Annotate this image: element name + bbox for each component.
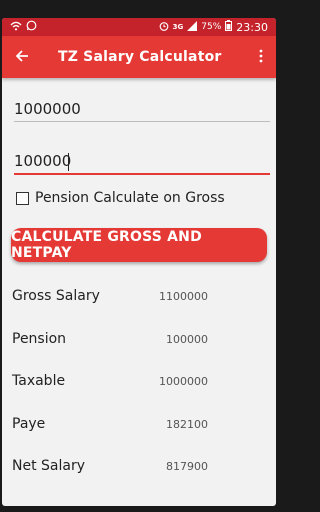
- battery-icon: [225, 20, 233, 34]
- calculate-button[interactable]: CALCULATE GROSS AND NETPAY: [11, 228, 267, 262]
- result-value: 182100: [166, 417, 208, 431]
- pension-on-gross-checkbox[interactable]: [16, 191, 29, 205]
- pension-on-gross-label: Pension Calculate on Gross: [35, 190, 225, 206]
- wifi-hotspot-icon: [10, 21, 22, 34]
- result-row-pension: Pension 100000: [12, 324, 208, 354]
- app-bar: TZ Salary Calculator: [2, 36, 276, 78]
- result-value: 100000: [166, 332, 208, 346]
- alarm-icon: [159, 21, 169, 34]
- gross-input-underline: [14, 121, 270, 122]
- overflow-menu-button[interactable]: [246, 36, 276, 78]
- result-row-taxable: Taxable 1000000: [12, 366, 208, 396]
- pension-on-gross-checkbox-row[interactable]: Pension Calculate on Gross: [16, 190, 225, 206]
- status-bar: 3G 75% 23:30: [2, 18, 276, 36]
- network-type: 3G: [172, 23, 184, 31]
- result-label: Net Salary: [12, 458, 86, 474]
- app-screen: 3G 75% 23:30 TZ Salary Calculator 100000…: [2, 18, 276, 506]
- result-value: 1000000: [159, 374, 208, 388]
- overflow-menu-icon: [259, 48, 263, 67]
- text-cursor: [68, 153, 69, 171]
- result-row-gross: Gross Salary 1100000: [12, 281, 208, 311]
- result-value: 1100000: [159, 289, 208, 303]
- result-label: Taxable: [12, 373, 66, 389]
- pension-input-underline: [14, 173, 270, 175]
- app-title: TZ Salary Calculator: [58, 49, 222, 65]
- result-value: 817900: [166, 459, 208, 473]
- battery-percent: 75%: [201, 22, 222, 32]
- result-label: Pension: [12, 331, 67, 347]
- pension-input[interactable]: [14, 148, 270, 174]
- device-frame-top: [0, 0, 280, 20]
- clock: 23:30: [236, 20, 268, 34]
- result-row-paye: Paye 182100: [12, 409, 208, 439]
- back-arrow-icon: [15, 47, 29, 68]
- whatsapp-icon: [26, 20, 37, 34]
- back-button[interactable]: [2, 36, 42, 78]
- result-label: Gross Salary: [12, 288, 100, 304]
- result-label: Paye: [12, 416, 46, 432]
- signal-icon: [187, 20, 198, 34]
- result-row-net: Net Salary 817900: [12, 451, 208, 481]
- gross-salary-input[interactable]: [14, 96, 270, 122]
